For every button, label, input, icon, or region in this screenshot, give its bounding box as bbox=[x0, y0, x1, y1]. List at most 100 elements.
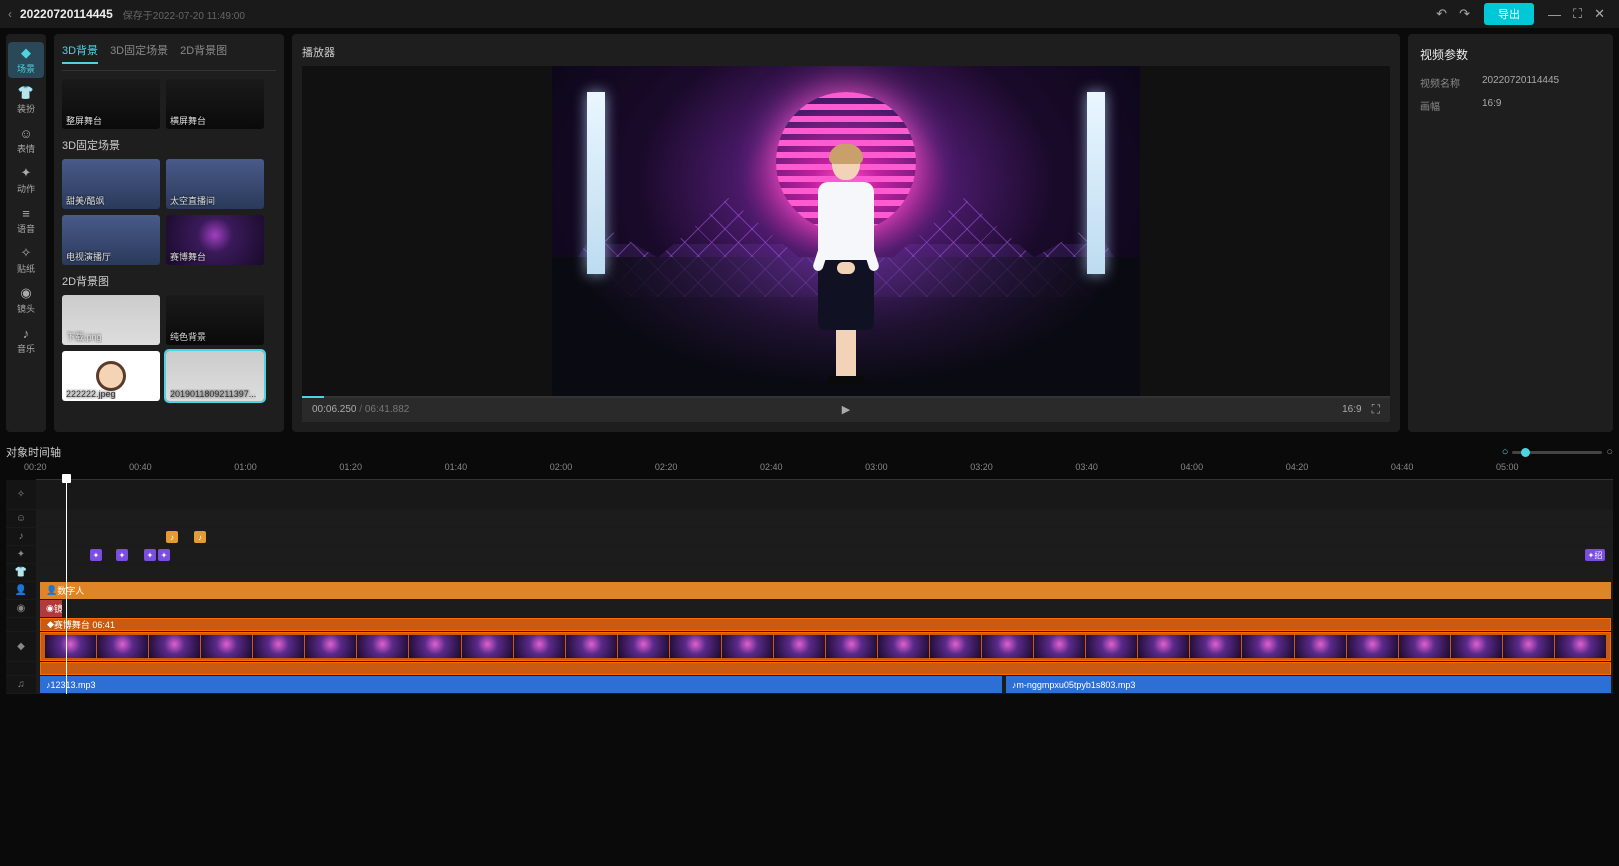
nav-label: 语音 bbox=[17, 222, 35, 235]
digital-human-clip[interactable]: 👤 数字人 bbox=[40, 582, 1611, 599]
track-content[interactable] bbox=[36, 662, 1613, 675]
zoom-out-icon[interactable]: ○ bbox=[1502, 446, 1509, 458]
preview-panel: 播放器 bbox=[292, 34, 1400, 432]
track-row: ◆ 赛博舞台 06:41 bbox=[6, 618, 1613, 632]
prop-name-value: 20220720114445 bbox=[1482, 75, 1559, 90]
track-empty-icon[interactable] bbox=[6, 662, 36, 675]
scene-thumb-selected[interactable]: 2019011809211397... bbox=[166, 351, 264, 401]
scene-thumb[interactable]: 赛博舞台 bbox=[166, 215, 264, 265]
nav-voice[interactable]: ≡ 语音 bbox=[8, 202, 44, 238]
scene-thumb[interactable]: 222222.jpeg bbox=[62, 351, 160, 401]
marker[interactable]: ✦ bbox=[116, 549, 128, 561]
tab-3d-bg[interactable]: 3D背景 bbox=[62, 42, 98, 64]
minimize-button[interactable]: — bbox=[1548, 7, 1561, 22]
track-content[interactable] bbox=[36, 632, 1613, 661]
preview-stage[interactable] bbox=[302, 66, 1390, 396]
audio-clip-1[interactable]: ♪ 12313.mp3 bbox=[40, 676, 1002, 693]
scene-clip-header[interactable]: ◆ 赛博舞台 06:41 bbox=[40, 618, 1611, 631]
timeline-zoom: ○ ○ bbox=[1502, 446, 1613, 458]
track-content[interactable]: 👤 数字人 bbox=[36, 582, 1613, 599]
nav-label: 镜头 bbox=[17, 302, 35, 315]
track-content[interactable]: ◉镜 bbox=[36, 600, 1613, 617]
nav-expression[interactable]: ☺ 表情 bbox=[8, 122, 44, 158]
timeline-ruler[interactable]: 00:20 00:40 01:00 01:20 01:40 02:00 02:2… bbox=[36, 462, 1613, 480]
nav-scene[interactable]: ◆ 场景 bbox=[8, 42, 44, 78]
nav-label: 装扮 bbox=[17, 102, 35, 115]
close-button[interactable]: ✕ bbox=[1594, 6, 1605, 22]
progress-bar[interactable] bbox=[302, 396, 1390, 398]
marker[interactable]: ♪ bbox=[166, 531, 178, 543]
track-human-icon[interactable]: 👤 bbox=[6, 582, 36, 599]
nav-action[interactable]: ✦ 动作 bbox=[8, 162, 44, 198]
track-audio-icon[interactable]: ♫ bbox=[6, 676, 36, 693]
track-content[interactable]: ✦ ✦ ✦ ✦ ✦ 招 bbox=[36, 546, 1613, 563]
zoom-slider[interactable] bbox=[1512, 451, 1602, 454]
redo-button[interactable]: ↷ bbox=[1459, 6, 1470, 22]
track-voice-icon[interactable]: ♪ bbox=[6, 528, 36, 545]
stage-render bbox=[552, 66, 1140, 396]
nav-label: 音乐 bbox=[17, 342, 35, 355]
maximize-button[interactable]: ⛶ bbox=[1573, 6, 1582, 22]
scene-thumb[interactable]: 甜美/酷飒 bbox=[62, 159, 160, 209]
track-content[interactable] bbox=[36, 564, 1613, 581]
scene-thumb[interactable]: 电视演播厅 bbox=[62, 215, 160, 265]
tab-2d-bg[interactable]: 2D背景图 bbox=[180, 42, 227, 64]
marker[interactable]: ✦ bbox=[90, 549, 102, 561]
marker[interactable]: ✦ bbox=[144, 549, 156, 561]
track-content[interactable]: ♪ 12313.mp3 ♪ m-nggmpxu05tpyb1s803.mp3 bbox=[36, 676, 1613, 693]
pillar-right bbox=[1087, 92, 1105, 274]
section-title-3d-fixed: 3D固定场景 bbox=[62, 137, 276, 153]
scene-thumb[interactable]: 纯色背景 bbox=[166, 295, 264, 345]
scene-filmstrip[interactable] bbox=[40, 632, 1611, 661]
nav-camera[interactable]: ◉ 镜头 bbox=[8, 282, 44, 318]
camera-clip[interactable]: ◉镜 bbox=[40, 600, 62, 617]
undo-button[interactable]: ↶ bbox=[1436, 6, 1447, 22]
back-button[interactable]: ‹ bbox=[8, 7, 12, 21]
action-icon: ✦ bbox=[21, 165, 32, 181]
costume-icon: 👕 bbox=[18, 85, 34, 101]
track-row: 👤 👤 数字人 bbox=[6, 582, 1613, 600]
track-content[interactable]: ◆ 赛博舞台 06:41 bbox=[36, 618, 1613, 631]
track-row: ☺ bbox=[6, 510, 1613, 528]
track-scene-frames-icon[interactable]: ◆ bbox=[6, 632, 36, 661]
sticker-icon: ✧ bbox=[21, 245, 32, 261]
zoom-in-icon[interactable]: ○ bbox=[1606, 446, 1613, 458]
marker[interactable]: ♪ bbox=[194, 531, 206, 543]
music-icon: ♪ bbox=[23, 326, 30, 341]
marker[interactable]: ✦ bbox=[158, 549, 170, 561]
scene-thumb[interactable]: 太空直播间 bbox=[166, 159, 264, 209]
track-action-icon[interactable]: ✦ bbox=[6, 546, 36, 563]
track-row: ♫ ♪ 12313.mp3 ♪ m-nggmpxu05tpyb1s803.mp3 bbox=[6, 676, 1613, 694]
nav-sticker[interactable]: ✧ 贴纸 bbox=[8, 242, 44, 278]
end-marker[interactable]: ✦ 招 bbox=[1585, 549, 1606, 561]
export-button[interactable]: 导出 bbox=[1484, 3, 1534, 25]
pillar-left bbox=[587, 92, 605, 274]
nav-label: 场景 bbox=[17, 62, 35, 75]
timeline-title: 对象时间轴 bbox=[6, 444, 1502, 460]
track-content[interactable] bbox=[36, 480, 1613, 509]
scene-thumb[interactable]: 下载.png bbox=[62, 295, 160, 345]
track-sticker-icon[interactable]: ✧ bbox=[6, 480, 36, 509]
filmstrip bbox=[45, 635, 1606, 658]
play-button[interactable]: ▶ bbox=[842, 403, 850, 416]
aspect-ratio: 16:9 bbox=[1342, 404, 1361, 415]
track-costume-icon[interactable]: 👕 bbox=[6, 564, 36, 581]
time-display: 00:06.250 / 06:41.882 bbox=[312, 404, 409, 415]
track-content[interactable]: ♪ ♪ bbox=[36, 528, 1613, 545]
scene-thumb[interactable]: 整屏舞台 bbox=[62, 79, 160, 129]
audio-clip-2[interactable]: ♪ m-nggmpxu05tpyb1s803.mp3 bbox=[1006, 676, 1611, 693]
track-scene-icon[interactable] bbox=[6, 618, 36, 631]
scene-clip-footer[interactable] bbox=[40, 662, 1611, 675]
nav-costume[interactable]: 👕 装扮 bbox=[8, 82, 44, 118]
tab-3d-fixed[interactable]: 3D固定场景 bbox=[110, 42, 168, 64]
camera-icon: ◉ bbox=[20, 285, 31, 301]
track-content[interactable] bbox=[36, 510, 1613, 527]
play-controls: 00:06.250 / 06:41.882 ▶ 16:9 ⛶ bbox=[302, 396, 1390, 422]
track-expression-icon[interactable]: ☺ bbox=[6, 510, 36, 527]
saved-timestamp: 保存于2022-07-20 11:49:00 bbox=[123, 7, 245, 22]
nav-music[interactable]: ♪ 音乐 bbox=[8, 322, 44, 358]
fullscreen-button[interactable]: ⛶ bbox=[1372, 402, 1380, 417]
scene-thumb[interactable]: 横屏舞台 bbox=[166, 79, 264, 129]
track-camera-icon[interactable]: ◉ bbox=[6, 600, 36, 617]
asset-panel: 3D背景 3D固定场景 2D背景图 整屏舞台 横屏舞台 3D固定场景 甜美/酷飒… bbox=[54, 34, 284, 432]
